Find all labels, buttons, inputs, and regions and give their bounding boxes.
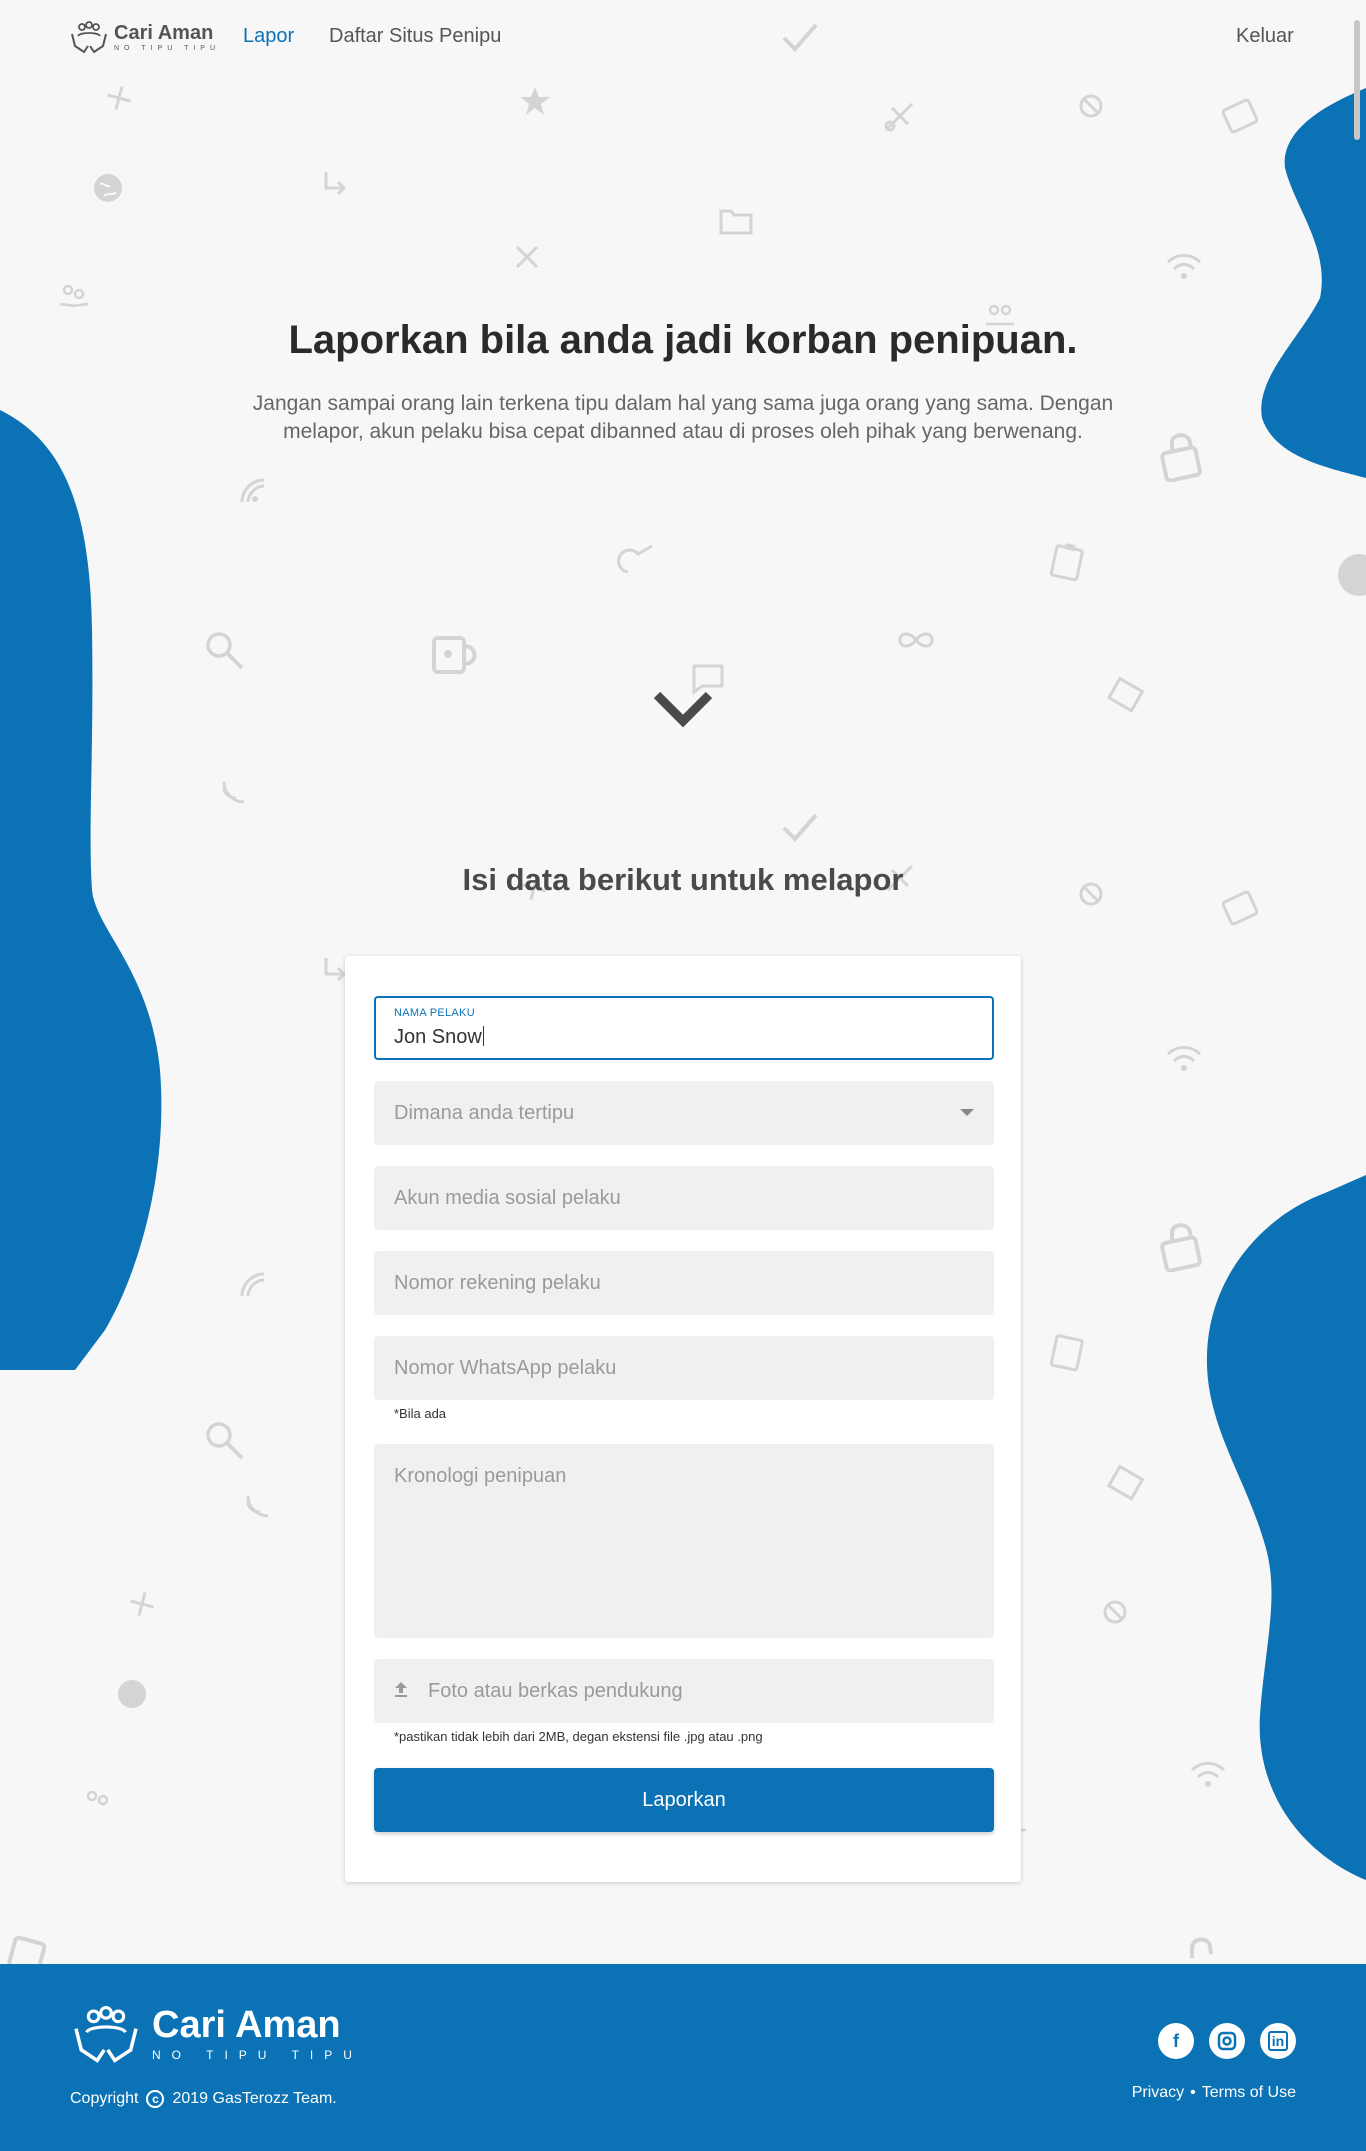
nama-pelaku-label: NAMA PELAKU (394, 1007, 475, 1019)
upload-placeholder: Foto atau berkas pendukung (428, 1680, 683, 1702)
search-icon (202, 1418, 248, 1464)
rekening-input[interactable]: Nomor rekening pelaku (374, 1251, 994, 1315)
linkedin-icon[interactable]: in (1260, 2023, 1296, 2059)
form-heading: Isi data berikut untuk melapor (462, 862, 904, 897)
hands-people-icon (71, 21, 107, 54)
copyright-icon: c (146, 2090, 165, 2108)
signal-icon (236, 474, 268, 506)
search-icon (202, 628, 248, 674)
copyright-label: Copyright (70, 2090, 139, 2107)
copyright: Copyright c 2019 GasTerozz Team. (70, 2090, 337, 2108)
akun-sosmed-placeholder: Akun media sosial pelaku (394, 1187, 621, 1209)
legal-separator: • (1190, 2084, 1196, 2101)
privacy-link[interactable]: Privacy (1132, 2084, 1184, 2102)
block-icon (1077, 92, 1105, 120)
tag-icon (1104, 1464, 1148, 1504)
akun-sosmed-input[interactable]: Akun media sosial pelaku (374, 1166, 994, 1230)
infinity-icon (894, 628, 938, 652)
report-form-card: NAMA PELAKU Jon Snow Dimana anda tertipu… (345, 956, 1021, 1882)
wifi-icon (1188, 1758, 1228, 1792)
linkedin-glyph: in (1267, 2031, 1289, 2051)
upload-file-field[interactable]: Foto atau berkas pendukung (374, 1659, 994, 1723)
mug-icon (428, 628, 484, 680)
users-icon (82, 1788, 114, 1814)
instagram-icon[interactable] (1209, 2023, 1245, 2059)
lock-icon (1178, 1934, 1224, 1964)
signal-icon (236, 1268, 268, 1300)
facebook-icon[interactable]: f (1158, 2023, 1194, 2059)
wallet-icon (1218, 94, 1262, 138)
globe-icon (92, 172, 124, 204)
brand-logo[interactable]: Cari Aman NO TIPU TIPU (70, 20, 220, 54)
footer-brand-logo[interactable]: Cari Aman NO TIPU TIPU (70, 2004, 363, 2064)
mug-icon (6, 1934, 62, 1964)
whatsapp-hint: *Bila ada (394, 1406, 447, 1421)
brand-tagline: NO TIPU TIPU (114, 44, 221, 52)
footer-brand-tagline: NO TIPU TIPU (152, 2048, 363, 2062)
refresh-icon (612, 540, 656, 580)
legal-links: Privacy • Terms of Use (1132, 2084, 1296, 2102)
instagram-glyph (1217, 2031, 1237, 2051)
right-top-blob (1261, 88, 1366, 478)
nav-lapor-link[interactable]: Lapor (243, 25, 294, 48)
laporkan-button[interactable]: Laporkan (374, 1768, 994, 1832)
plus-icon (103, 82, 135, 114)
dropdown-arrow-icon (960, 1109, 974, 1116)
signal-icon (218, 776, 248, 806)
top-navbar: Cari Aman NO TIPU TIPU Lapor Daftar Situ… (0, 0, 1366, 76)
rekening-placeholder: Nomor rekening pelaku (394, 1272, 601, 1294)
right-bottom-blob (1206, 1175, 1366, 1880)
kronologi-placeholder: Kronologi penipuan (394, 1465, 567, 1487)
nama-pelaku-input[interactable]: Jon Snow (394, 1026, 484, 1049)
wifi-icon (1164, 250, 1204, 284)
lock-icon (1158, 430, 1204, 482)
text-caret (482, 1026, 484, 1046)
nav-daftar-situs-penipu-link[interactable]: Daftar Situs Penipu (329, 25, 501, 48)
plus-icon (126, 1588, 158, 1620)
nama-pelaku-field[interactable]: NAMA PELAKU Jon Snow (374, 996, 994, 1060)
globe-icon (116, 1678, 148, 1710)
tag-icon (1104, 676, 1148, 716)
upload-hint: *pastikan tidak lebih dari 2MB, degan ek… (394, 1729, 763, 1744)
star-icon (518, 84, 552, 118)
copyright-text: 2019 GasTerozz Team. (172, 2090, 337, 2107)
arrow-turn-icon (320, 168, 350, 198)
tools-icon (882, 98, 918, 134)
lock-icon (1158, 1220, 1204, 1272)
nav-keluar-link[interactable]: Keluar (1236, 25, 1294, 48)
hero-title: Laporkan bila anda jadi korban penipuan. (288, 318, 1078, 362)
globe-icon (1336, 552, 1366, 598)
clipboard-icon (1048, 1330, 1088, 1374)
signal-icon (242, 1490, 272, 1520)
whatsapp-placeholder: Nomor WhatsApp pelaku (394, 1357, 617, 1379)
hands-people-icon (74, 2005, 138, 2063)
terms-of-use-link[interactable]: Terms of Use (1202, 2084, 1296, 2102)
kronologi-textarea[interactable]: Kronologi penipuan (374, 1444, 994, 1638)
folder-icon (718, 206, 754, 236)
clipboard-icon (1048, 540, 1088, 584)
platform-select-placeholder: Dimana anda tertipu (394, 1102, 575, 1124)
wifi-icon (1164, 1042, 1204, 1076)
close-icon (512, 242, 542, 272)
brand-name: Cari Aman (114, 21, 214, 44)
block-icon (1101, 1598, 1129, 1626)
platform-select[interactable]: Dimana anda tertipu (374, 1081, 994, 1145)
chevron-down-icon[interactable] (651, 687, 715, 731)
nama-pelaku-value: Jon Snow (394, 1026, 482, 1048)
whatsapp-input[interactable]: Nomor WhatsApp pelaku (374, 1336, 994, 1400)
footer-brand-name: Cari Aman (152, 2004, 341, 2046)
hero-description: Jangan sampai orang lain terkena tipu da… (252, 392, 1114, 443)
check-icon (780, 810, 820, 846)
upload-icon (395, 1682, 407, 1697)
users-icon (58, 282, 90, 308)
footer: Cari Aman NO TIPU TIPU Copyright c 2019 … (0, 1964, 1366, 2151)
